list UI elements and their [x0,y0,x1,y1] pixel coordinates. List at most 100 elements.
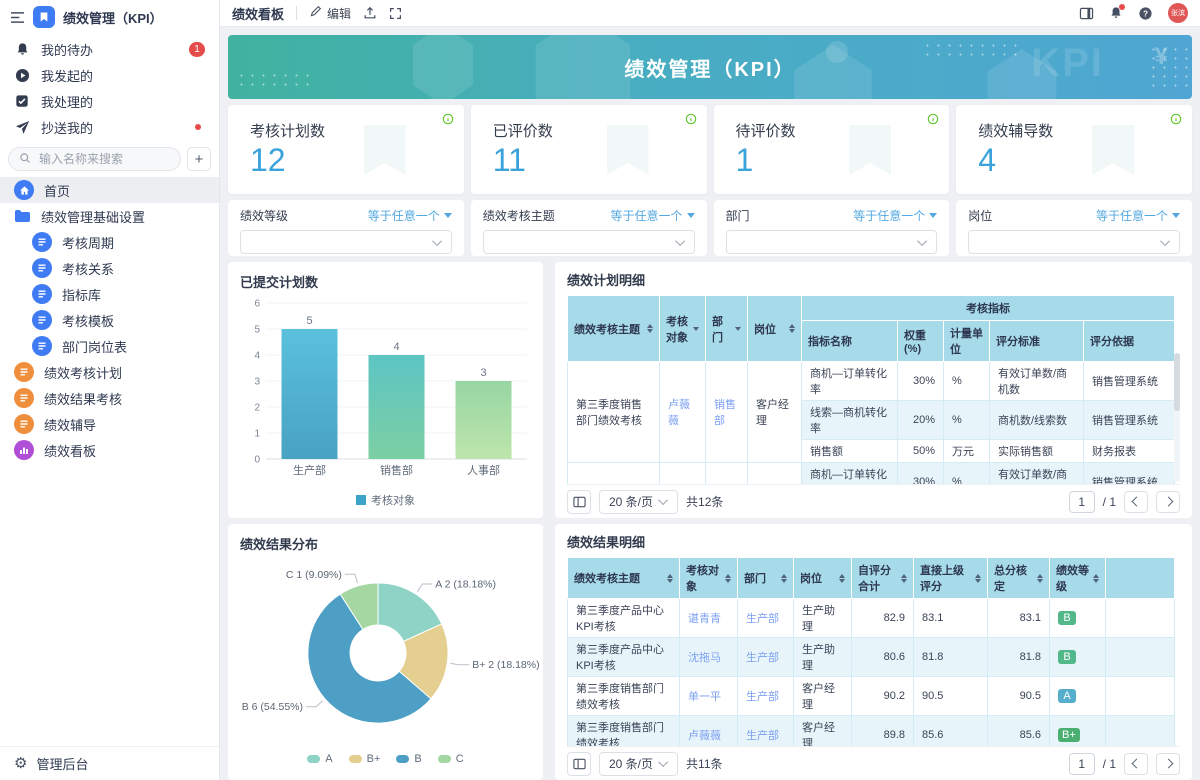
dept-link[interactable]: 生产部 [746,613,779,625]
admin-backend-link[interactable]: ⚙ 管理后台 [0,746,219,780]
filter-value-select[interactable] [240,230,452,254]
next-page-button[interactable] [1156,753,1180,775]
table-row[interactable]: 第三季度产品中心KPI考核沈拖马生产部生产助理80.681.881.8B [568,638,1175,677]
dept-link[interactable]: 生产部 [746,730,779,742]
column-header[interactable]: 自评分合计 [852,558,914,599]
sub-column-header[interactable]: 计量单位 [944,321,990,362]
legend-item-考核对象[interactable]: 考核对象 [356,492,415,508]
sidebar-item-绩效管理基础设置[interactable]: 绩效管理基础设置 [0,203,219,229]
sidebar-item-我处理的[interactable]: 我处理的 [0,88,219,114]
sidebar-item-考核模板[interactable]: 考核模板 [0,307,219,333]
person-link[interactable]: 谌青青 [688,613,721,625]
sort-icon[interactable] [1093,574,1099,583]
prev-page-button[interactable] [1124,753,1148,775]
sort-icon[interactable] [1037,574,1043,583]
columns-settings-button[interactable] [567,490,591,514]
filter-value-select[interactable] [726,230,938,254]
sidebar-item-绩效看板[interactable]: 绩效看板 [0,437,219,463]
table-row[interactable]: 第三季度销售部门绩效考核张滨销售部客户经理商机—订单转化率30%%有效订单数/商… [568,463,1175,485]
next-page-button[interactable] [1156,491,1180,513]
sidebar-item-抄送我的[interactable]: 抄送我的 [0,114,219,140]
filter-operator-dropdown[interactable]: 等于任意一个 [853,207,937,224]
info-icon[interactable] [1170,113,1182,125]
sub-column-header[interactable]: 指标名称 [802,321,898,362]
sort-icon[interactable] [667,574,673,583]
filter-operator-dropdown[interactable]: 等于任意一个 [610,207,694,224]
tab-dashboard[interactable]: 绩效看板 [232,4,284,23]
dept-link[interactable]: 生产部 [746,652,779,664]
info-icon[interactable] [927,113,939,125]
sidebar-item-部门岗位表[interactable]: 部门岗位表 [0,333,219,359]
column-header[interactable]: 部门 [706,296,748,362]
dept-link[interactable]: 销售部 [714,399,736,427]
notification-bell-icon[interactable] [1109,6,1123,20]
sidebar-item-指标库[interactable]: 指标库 [0,281,219,307]
column-header[interactable]: 直接上级评分 [914,558,988,599]
columns-settings-button[interactable] [567,752,591,776]
user-avatar[interactable]: 张滨 [1168,3,1188,23]
search-input[interactable] [37,151,170,167]
sidebar-item-绩效辅导[interactable]: 绩效辅导 [0,411,219,437]
sub-column-header[interactable]: 权重 (%) [898,321,944,362]
collapse-menu-icon[interactable] [10,11,25,24]
plan-table-scrollbar[interactable] [1174,353,1180,482]
fullscreen-icon[interactable] [389,7,402,20]
sidebar-item-绩效结果考核[interactable]: 绩效结果考核 [0,385,219,411]
page-number-input[interactable]: 1 [1069,753,1095,775]
table-row[interactable]: 第三季度产品中心KPI考核谌青青生产部生产助理82.983.183.1B [568,599,1175,638]
person-link[interactable]: 单一平 [688,691,721,703]
filter-operator-dropdown[interactable]: 等于任意一个 [1096,207,1180,224]
sidebar-item-考核关系[interactable]: 考核关系 [0,255,219,281]
sort-icon[interactable] [975,574,981,583]
person-link[interactable]: 卢薇薇 [668,399,690,427]
dept-link[interactable]: 生产部 [746,691,779,703]
sidebar-item-首页[interactable]: 首页 [0,177,219,203]
filter-value-select[interactable] [483,230,695,254]
sort-icon[interactable] [789,324,795,333]
column-header[interactable]: 总分核定 [988,558,1050,599]
prev-page-button[interactable] [1124,491,1148,513]
legend-item-B+[interactable]: B+ [349,753,381,765]
search-box[interactable] [8,147,181,171]
sort-icon[interactable] [781,574,787,583]
sort-icon[interactable] [725,574,731,583]
column-header[interactable]: 绩效考核主题 [568,558,680,599]
sidebar-item-考核周期[interactable]: 考核周期 [0,229,219,255]
page-size-select[interactable]: 20 条/页 [599,752,678,776]
share-icon[interactable] [363,6,377,20]
column-header[interactable]: 考核对象 [680,558,738,599]
page-size-select[interactable]: 20 条/页 [599,490,678,514]
panel-toggle-icon[interactable] [1079,7,1094,20]
sub-column-header[interactable]: 评分依据 [1084,321,1175,362]
legend-item-A[interactable]: A [307,753,332,765]
person-link[interactable]: 卢薇薇 [688,730,721,742]
sort-icon[interactable] [901,574,907,583]
filter-operator-dropdown[interactable]: 等于任意一个 [368,207,452,224]
table-row[interactable]: 第三季度销售部门绩效考核卢薇薇销售部客户经理商机—订单转化率30%%有效订单数/… [568,362,1175,401]
person-link[interactable]: 沈拖马 [688,652,721,664]
sort-icon[interactable] [647,324,653,333]
table-row[interactable]: 第三季度销售部门绩效考核单一平生产部客户经理90.290.590.5A [568,677,1175,716]
column-header[interactable]: 绩效等级 [1050,558,1106,599]
filter-value-select[interactable] [968,230,1180,254]
sort-icon[interactable] [839,574,845,583]
add-button[interactable]: + [187,147,211,171]
help-icon[interactable]: ? [1138,6,1153,21]
sidebar-item-我发起的[interactable]: 我发起的 [0,62,219,88]
column-header[interactable]: 岗位 [748,296,802,362]
filter-caret-icon[interactable] [735,327,741,331]
sidebar-item-我的待办[interactable]: 我的待办1 [0,36,219,62]
sidebar-item-绩效考核计划[interactable]: 绩效考核计划 [0,359,219,385]
edit-button[interactable]: 编辑 [309,5,351,22]
column-header[interactable]: 部门 [738,558,794,599]
sub-column-header[interactable]: 评分标准 [990,321,1084,362]
legend-item-B[interactable]: B [396,753,421,765]
column-header[interactable]: 考核对象 [660,296,706,362]
info-icon[interactable] [442,113,454,125]
filter-caret-icon[interactable] [693,327,699,331]
column-header[interactable]: 绩效考核主题 [568,296,660,362]
column-header[interactable]: 岗位 [794,558,852,599]
legend-item-C[interactable]: C [438,753,464,765]
page-number-input[interactable]: 1 [1069,491,1095,513]
info-icon[interactable] [685,113,697,125]
